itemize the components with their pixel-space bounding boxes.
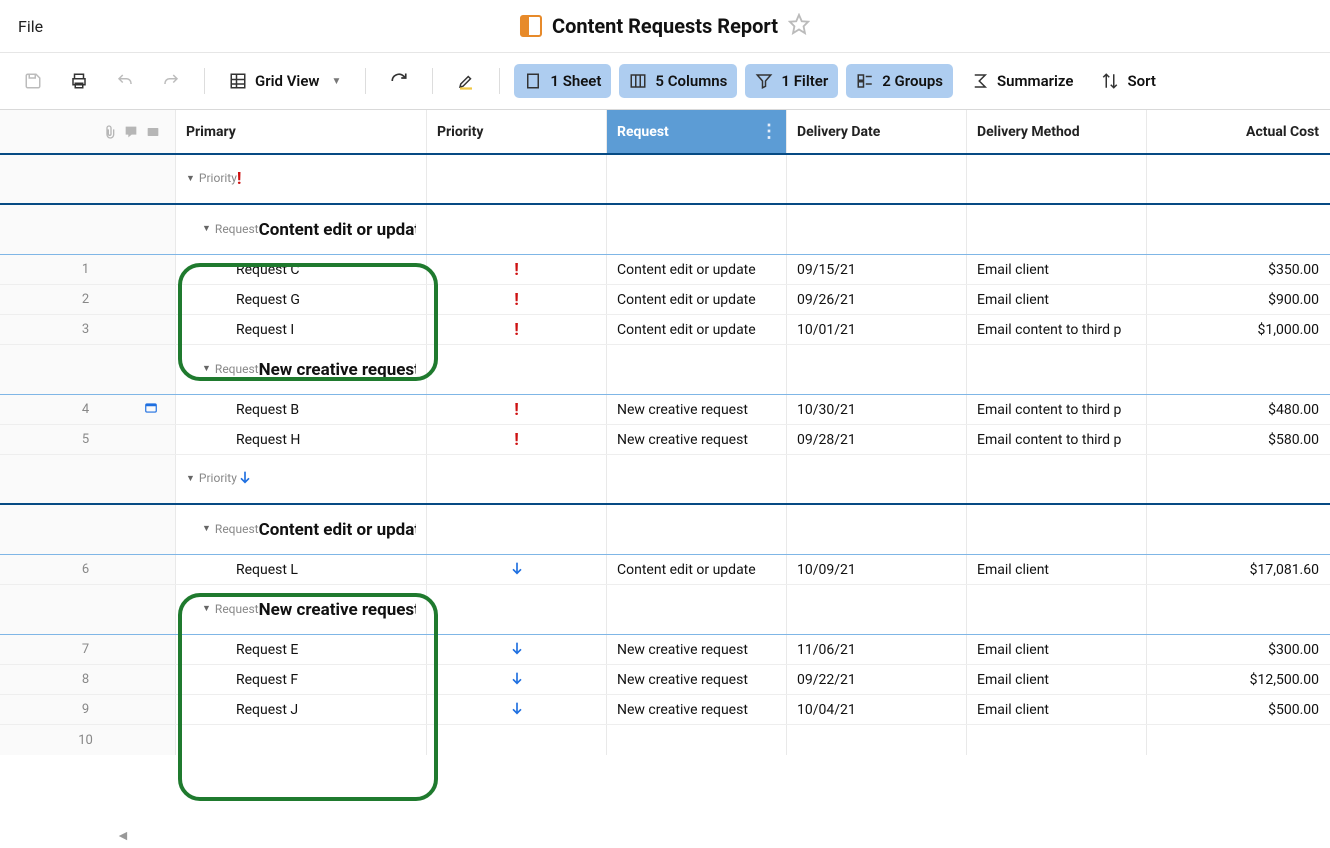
collapse-icon[interactable]: ▼: [202, 603, 211, 614]
filter-label: 1 Filter: [781, 72, 828, 90]
filter-pill[interactable]: 1 Filter: [745, 64, 838, 98]
attachment-icon: [101, 124, 117, 140]
priority-low-icon: [509, 700, 525, 720]
group-row-priority-high[interactable]: ▼ Priority !: [0, 155, 1330, 205]
group-label: Priority: [199, 171, 237, 185]
group-row-request-new[interactable]: ▼Request New creative request: [0, 585, 1330, 635]
divider: [432, 68, 433, 94]
menubar: File Content Requests Report: [0, 0, 1330, 52]
redo-button[interactable]: [152, 64, 190, 98]
group-row-request-edit[interactable]: ▼Request Content edit or updat: [0, 505, 1330, 555]
columns-pill[interactable]: 5 Columns: [619, 64, 737, 98]
toolbar: Grid View ▼ 1 Sheet 5 Columns 1 Filter 2…: [0, 53, 1330, 109]
group-value: Content edit or updat: [259, 220, 416, 240]
column-header-request[interactable]: Request⋮: [607, 110, 787, 153]
menu-file[interactable]: File: [18, 17, 43, 36]
collapse-icon[interactable]: ▼: [202, 363, 211, 374]
card-icon[interactable]: [143, 401, 159, 419]
table-row[interactable]: 9 Request J New creative request 10/04/2…: [0, 695, 1330, 725]
divider: [365, 68, 366, 94]
columns-label: 5 Columns: [655, 72, 727, 90]
collapse-icon[interactable]: ▼: [186, 173, 195, 184]
column-header-delivery-date[interactable]: Delivery Date: [787, 110, 967, 153]
grid-view-label: Grid View: [255, 72, 319, 90]
priority-high-icon: !: [514, 290, 519, 310]
table-row[interactable]: 4 Request B ! New creative request 10/30…: [0, 395, 1330, 425]
priority-high-icon: !: [514, 430, 519, 450]
table-row[interactable]: 6 Request L Content edit or update 10/09…: [0, 555, 1330, 585]
chevron-down-icon: ▼: [331, 76, 341, 87]
groups-pill[interactable]: 2 Groups: [846, 64, 953, 98]
column-header-actual-cost[interactable]: Actual Cost: [1147, 110, 1329, 153]
priority-low-icon: [509, 670, 525, 690]
divider: [204, 68, 205, 94]
sort-button[interactable]: Sort: [1091, 64, 1165, 98]
cell-method[interactable]: Email client: [967, 255, 1147, 284]
column-header-row: Primary Priority Request⋮ Delivery Date …: [0, 109, 1330, 155]
groups-label: 2 Groups: [882, 72, 943, 90]
group-row-request-edit[interactable]: ▼ Request Content edit or updat: [0, 205, 1330, 255]
priority-low-icon: [237, 470, 253, 490]
table-row[interactable]: 2 Request G ! Content edit or update 09/…: [0, 285, 1330, 315]
save-button[interactable]: [14, 64, 52, 98]
priority-low-icon: [509, 640, 525, 660]
table-row[interactable]: 10: [0, 725, 1330, 755]
priority-high-icon: !: [514, 260, 519, 280]
cell-priority[interactable]: !: [427, 255, 607, 284]
grid: Primary Priority Request⋮ Delivery Date …: [0, 109, 1330, 755]
column-header-priority[interactable]: Priority: [427, 110, 607, 153]
sheet-label: 1 Sheet: [550, 72, 601, 90]
group-row-request-new[interactable]: ▼Request New creative request: [0, 345, 1330, 395]
report-icon: [520, 15, 542, 37]
page-title: Content Requests Report: [552, 14, 778, 38]
star-icon[interactable]: [788, 13, 810, 39]
undo-button[interactable]: [106, 64, 144, 98]
card-icon: [145, 124, 161, 140]
sheet-pill[interactable]: 1 Sheet: [514, 64, 611, 98]
group-label: Request: [215, 222, 259, 236]
priority-high-icon: !: [514, 400, 519, 420]
column-header-delivery-method[interactable]: Delivery Method: [967, 110, 1147, 153]
column-menu-icon[interactable]: ⋮: [760, 121, 778, 142]
priority-high-icon: !: [237, 169, 242, 189]
scroll-left-icon[interactable]: ◄: [116, 827, 130, 844]
summarize-label: Summarize: [997, 72, 1073, 90]
cell-request[interactable]: Content edit or update: [607, 255, 787, 284]
summarize-button[interactable]: Summarize: [961, 64, 1083, 98]
print-button[interactable]: [60, 64, 98, 98]
cell-date[interactable]: 09/15/21: [787, 255, 967, 284]
cell-cost[interactable]: $350.00: [1147, 255, 1329, 284]
table-row[interactable]: 8 Request F New creative request 09/22/2…: [0, 665, 1330, 695]
priority-high-icon: !: [514, 320, 519, 340]
table-row[interactable]: 1 Request C ! Content edit or update 09/…: [0, 255, 1330, 285]
row-header-gutter: [0, 110, 176, 153]
divider: [499, 68, 500, 94]
sort-label: Sort: [1127, 72, 1155, 90]
collapse-icon[interactable]: ▼: [186, 473, 195, 484]
table-row[interactable]: 5 Request H ! New creative request 09/28…: [0, 425, 1330, 455]
table-row[interactable]: 3 Request I ! Content edit or update 10/…: [0, 315, 1330, 345]
column-header-primary[interactable]: Primary: [176, 110, 427, 153]
cell-primary[interactable]: Request C: [176, 255, 427, 284]
collapse-icon[interactable]: ▼: [202, 523, 211, 534]
collapse-icon[interactable]: ▼: [202, 223, 211, 234]
comment-icon: [123, 124, 139, 140]
grid-view-button[interactable]: Grid View ▼: [219, 64, 351, 98]
table-row[interactable]: 7 Request E New creative request 11/06/2…: [0, 635, 1330, 665]
highlight-button[interactable]: [447, 64, 485, 98]
refresh-button[interactable]: [380, 64, 418, 98]
group-row-priority-low[interactable]: ▼Priority: [0, 455, 1330, 505]
priority-low-icon: [509, 560, 525, 580]
